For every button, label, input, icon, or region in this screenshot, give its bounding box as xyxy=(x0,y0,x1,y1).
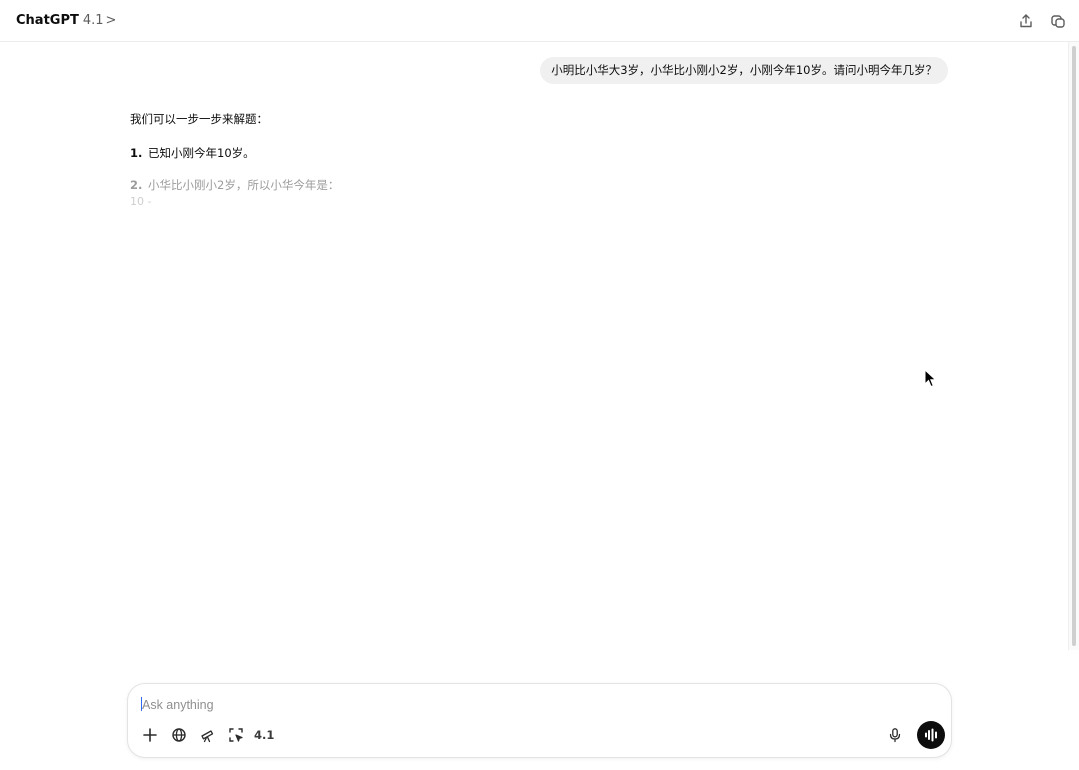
step-number: 1. xyxy=(130,146,143,160)
top-bar: ChatGPT 4.1 > xyxy=(0,0,1079,42)
dictate-button[interactable] xyxy=(884,724,906,746)
share-button[interactable] xyxy=(1015,10,1037,32)
select-tool-button[interactable] xyxy=(225,724,247,746)
web-search-button[interactable] xyxy=(168,724,190,746)
telescope-icon xyxy=(201,730,214,743)
globe-icon xyxy=(172,728,186,742)
plus-icon xyxy=(143,728,157,742)
model-version: 4.1 xyxy=(82,12,104,28)
model-name: ChatGPT xyxy=(16,12,79,28)
chevron-right-icon: > xyxy=(105,12,117,28)
deep-research-button[interactable] xyxy=(196,724,218,746)
select-icon xyxy=(229,728,243,742)
attach-button[interactable] xyxy=(139,724,161,746)
assistant-message: 我们可以一步一步来解题： 1. 已知小刚今年10岁。 2. 小华比小刚小2岁，所… xyxy=(130,110,870,210)
voice-mode-icon xyxy=(925,728,937,742)
step-text: 小华比小刚小2岁，所以小华今年是： xyxy=(148,178,340,192)
new-chat-icon xyxy=(1051,15,1065,28)
mouse-pointer-icon xyxy=(924,369,937,388)
text-caret xyxy=(141,697,142,711)
user-message-bubble: 小明比小华大3岁，小华比小刚小2岁，小刚今年10岁。请问小明今年几岁？ xyxy=(540,57,948,84)
chatgpt-window: ChatGPT 4.1 > 小明比小华大3岁，小华比小刚小2岁，小刚今年10岁。… xyxy=(0,0,1079,770)
voice-mode-button[interactable] xyxy=(917,721,945,749)
assistant-intro: 我们可以一步一步来解题： xyxy=(130,112,268,126)
mic-icon xyxy=(889,728,901,743)
list-item: 2. 小华比小刚小2岁，所以小华今年是： xyxy=(130,176,870,194)
model-selector-button[interactable]: ChatGPT 4.1 > xyxy=(12,8,120,32)
share-icon xyxy=(1020,14,1032,28)
new-chat-button[interactable] xyxy=(1047,10,1069,32)
streaming-partial-text: 10 - xyxy=(130,195,152,208)
prompt-input[interactable] xyxy=(140,693,904,717)
scrollbar-thumb[interactable] xyxy=(1072,46,1076,646)
composer-model-label[interactable]: 4.1 xyxy=(254,728,274,742)
list-item: 1. 已知小刚今年10岁。 xyxy=(130,144,870,162)
message-composer: 4.1 xyxy=(127,683,952,758)
step-number: 2. xyxy=(130,178,143,192)
step-text: 已知小刚今年10岁。 xyxy=(148,146,255,160)
